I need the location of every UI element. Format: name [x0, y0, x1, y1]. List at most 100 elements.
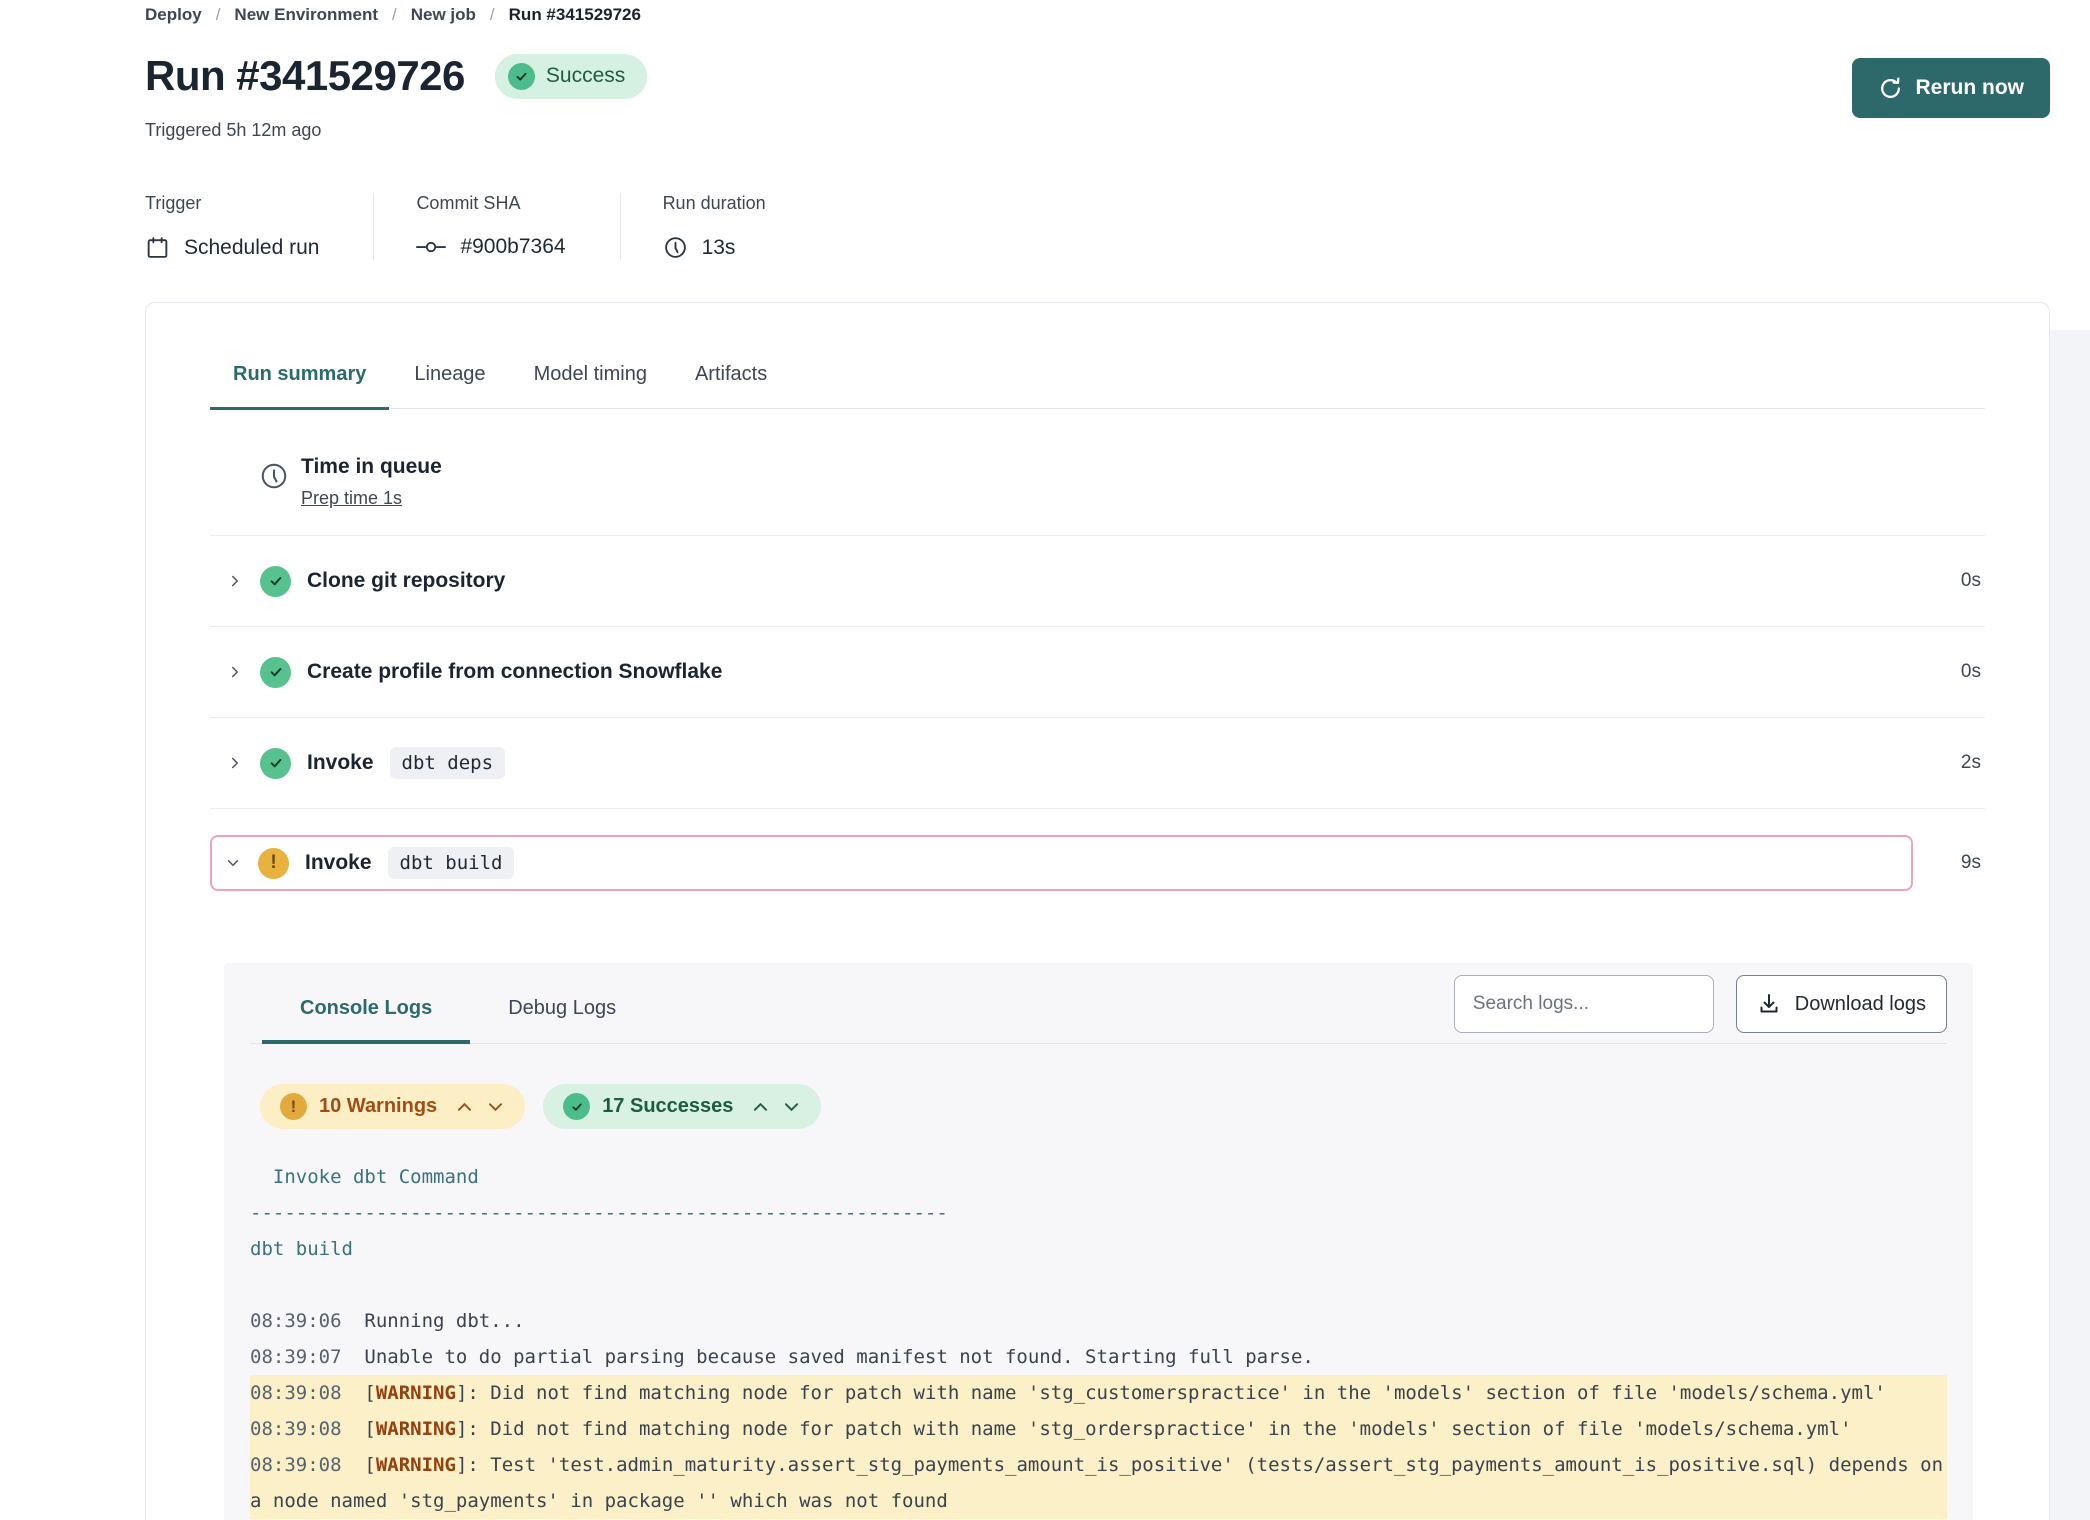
success-check-icon: [508, 63, 535, 90]
breadcrumb-item[interactable]: New Environment: [234, 5, 378, 25]
successes-next-chevron-down-icon[interactable]: [782, 1100, 801, 1114]
log-line: 08:39:08 [WARNING]: Did not find matchin…: [250, 1375, 1947, 1411]
log-tab-debug-logs[interactable]: Debug Logs: [470, 963, 654, 1043]
step-row-body: Clone git repository: [210, 536, 1913, 626]
log-line: 08:39:06 Running dbt...: [250, 1303, 1947, 1339]
time-in-queue-section: Time in queue Prep time 1s: [210, 409, 1985, 536]
breadcrumb-item[interactable]: Deploy: [145, 5, 202, 25]
step-duration: 0s: [1925, 661, 1985, 683]
expand-chevron-right-icon[interactable]: [224, 572, 246, 590]
step-row[interactable]: ! Invoke dbt build 9s: [210, 809, 1985, 915]
step-title: Create profile from connection Snowflake: [307, 660, 722, 684]
logs-tabs-row: Console LogsDebug Logs Download logs: [250, 963, 1947, 1044]
warnings-next-chevron-down-icon[interactable]: [486, 1100, 505, 1114]
search-logs-input[interactable]: [1454, 975, 1714, 1033]
step-row[interactable]: Create profile from connection Snowflake…: [210, 627, 1985, 718]
log-message: Did not find matching node for patch wit…: [490, 1382, 1886, 1404]
step-duration: 0s: [1925, 570, 1985, 592]
collapse-chevron-down-icon[interactable]: [222, 854, 244, 872]
meta-commit-label: Commit SHA: [416, 193, 565, 214]
run-meta: Trigger Scheduled run Commit SHA #900b73…: [145, 193, 2050, 260]
log-timestamp: 08:39:08: [250, 1454, 342, 1476]
step-duration: 9s: [1925, 852, 1985, 874]
step-title: Invoke dbt build: [305, 847, 514, 879]
step-command-chip: dbt deps: [390, 747, 506, 779]
step-row-body: Invoke dbt deps: [210, 718, 1913, 808]
success-check-icon: [563, 1093, 590, 1120]
log-tab-console-logs[interactable]: Console Logs: [262, 963, 470, 1044]
expand-chevron-right-icon[interactable]: [224, 663, 246, 681]
step-success-check-icon: [260, 657, 291, 688]
log-message: Running dbt...: [364, 1310, 524, 1332]
log-message: Did not find matching node for patch wit…: [490, 1418, 1851, 1440]
meta-duration-label: Run duration: [663, 193, 766, 214]
commit-icon: [416, 239, 446, 255]
step-warning-icon: !: [258, 848, 289, 879]
download-icon: [1757, 992, 1781, 1016]
tab-model-timing[interactable]: Model timing: [511, 363, 670, 408]
expand-chevron-right-icon[interactable]: [224, 754, 246, 772]
breadcrumb-separator: /: [490, 5, 495, 25]
download-logs-button[interactable]: Download logs: [1736, 975, 1947, 1033]
log-line: 08:39:08 [WARNING]: Did not find matchin…: [250, 1411, 1947, 1447]
log-line: 08:39:07 Unable to do partial parsing be…: [250, 1339, 1947, 1375]
page-header: Run #341529726 Success Rerun now: [145, 52, 2050, 100]
log-warning-label: WARNING: [376, 1382, 456, 1404]
run-detail-page: Deploy / New Environment / New job / Run #3415…: [0, 0, 2090, 1520]
log-message: Test 'test.admin_maturity.assert_stg_pay…: [250, 1454, 1954, 1512]
meta-duration: Run duration 13s: [620, 193, 820, 260]
refresh-icon: [1878, 76, 1903, 101]
step-title-text: Invoke: [307, 751, 374, 775]
breadcrumb-separator: /: [392, 5, 397, 25]
meta-trigger-label: Trigger: [145, 193, 319, 214]
step-success-check-icon: [260, 748, 291, 779]
step-command-chip: dbt build: [388, 847, 515, 879]
successes-badge[interactable]: 17 Successes: [543, 1084, 821, 1129]
rerun-now-label: Rerun now: [1916, 76, 2025, 100]
step-title: Clone git repository: [307, 569, 505, 593]
step-row[interactable]: Clone git repository 0s: [210, 536, 1985, 627]
warning-icon: !: [280, 1093, 307, 1120]
step-row-body: Create profile from connection Snowflake: [210, 627, 1913, 717]
console-log-output: Invoke dbt Command----------------------…: [250, 1129, 1947, 1519]
run-detail-tabs: Run summaryLineageModel timingArtifacts: [210, 303, 1985, 409]
step-row[interactable]: Invokedbt deps2s: [210, 718, 1985, 809]
successes-prev-chevron-up-icon[interactable]: [751, 1100, 770, 1114]
step-row-body: ! Invoke dbt build: [210, 835, 1913, 891]
run-summary-card: Run summaryLineageModel timingArtifacts …: [145, 302, 2050, 1520]
successes-badge-label: 17 Successes: [602, 1095, 733, 1118]
tab-lineage[interactable]: Lineage: [391, 363, 508, 408]
meta-commit-value: #900b7364: [460, 235, 565, 259]
time-in-queue-title: Time in queue: [301, 455, 442, 479]
clock-icon: [663, 235, 688, 260]
download-logs-label: Download logs: [1795, 993, 1926, 1016]
warnings-prev-chevron-up-icon[interactable]: [455, 1100, 474, 1114]
log-timestamp: 08:39:06: [250, 1310, 342, 1332]
tab-artifacts[interactable]: Artifacts: [672, 363, 790, 408]
log-line: Invoke dbt Command: [250, 1159, 1947, 1195]
meta-trigger: Trigger Scheduled run: [145, 193, 373, 260]
logs-controls: Download logs: [1454, 975, 1947, 1033]
triggered-timestamp: Triggered 5h 12m ago: [145, 120, 2050, 141]
queue-clock-icon: [259, 461, 289, 509]
log-line: ----------------------------------------…: [250, 1195, 1947, 1231]
breadcrumb-separator: /: [216, 5, 221, 25]
page-scrollbar-track[interactable]: [2050, 330, 2090, 1520]
log-timestamp: 08:39:08: [250, 1418, 342, 1440]
rerun-now-button[interactable]: Rerun now: [1852, 58, 2051, 118]
prep-time-link[interactable]: Prep time 1s: [301, 488, 402, 509]
meta-commit: Commit SHA #900b7364: [373, 193, 619, 260]
page-title: Run #341529726: [145, 52, 465, 100]
breadcrumb-item[interactable]: New job: [411, 5, 476, 25]
breadcrumb-item[interactable]: Run #341529726: [509, 5, 641, 25]
warnings-badge-label: 10 Warnings: [319, 1095, 437, 1118]
step-title-text: Create profile from connection Snowflake: [307, 660, 722, 684]
log-line: [250, 1267, 1947, 1303]
step-list: Clone git repository0sCreate profile fro…: [210, 536, 1985, 915]
log-badges-row: ! 10 Warnings 17 Successes: [250, 1044, 1947, 1129]
warnings-badge[interactable]: ! 10 Warnings: [260, 1084, 525, 1129]
step-title-text: Invoke: [305, 851, 372, 875]
tab-run-summary[interactable]: Run summary: [210, 363, 389, 410]
step-title: Invoke dbt deps: [307, 747, 505, 779]
meta-trigger-value: Scheduled run: [184, 236, 319, 260]
